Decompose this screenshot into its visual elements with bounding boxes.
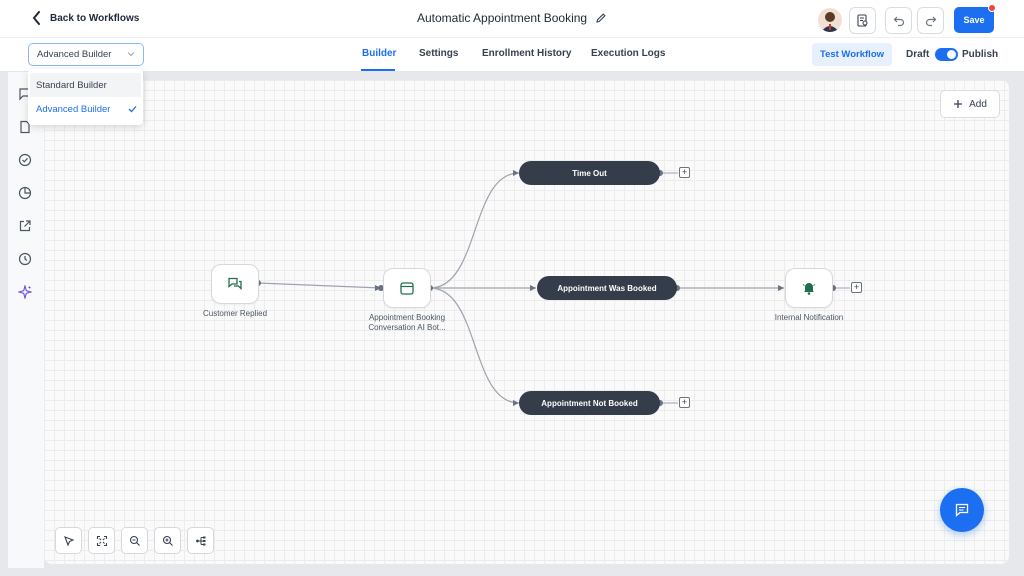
document-search-icon: [857, 14, 868, 27]
history-icon[interactable]: [18, 252, 32, 266]
branch-appointment-not-booked[interactable]: Appointment Not Booked: [519, 391, 660, 415]
user-avatar[interactable]: [818, 8, 842, 32]
branch-appointment-was-booked[interactable]: Appointment Was Booked: [537, 276, 677, 300]
add-node-button[interactable]: Add: [940, 90, 1000, 118]
zoom-in-icon: [162, 535, 173, 546]
unsaved-indicator-dot: [988, 4, 996, 12]
bell-icon: [802, 283, 816, 295]
plus-icon: [954, 100, 963, 108]
add-step-after-timeout-button[interactable]: +: [679, 167, 690, 178]
trigger-node-customer-replied[interactable]: [211, 264, 259, 304]
pie-chart-icon[interactable]: [18, 186, 32, 200]
message-icon: [955, 503, 969, 517]
chevron-left-icon: [32, 11, 40, 25]
top-bar: Back to Workflows Automatic Appointment …: [0, 0, 1024, 38]
toggle-knob: [947, 50, 956, 59]
external-link-icon[interactable]: [18, 219, 32, 233]
draft-label: Draft: [906, 49, 930, 60]
sparkle-icon[interactable]: [18, 285, 32, 299]
action-node-label: Appointment Booking Conversation AI Bot.…: [355, 313, 459, 333]
tab-builder[interactable]: Builder: [362, 48, 396, 59]
publish-toggle[interactable]: [935, 48, 958, 61]
option-label: Advanced Builder: [36, 104, 111, 115]
branch-time-out[interactable]: Time Out: [519, 161, 660, 185]
zoom-in-button[interactable]: [154, 527, 181, 554]
save-button[interactable]: Save: [954, 7, 994, 33]
tab-settings[interactable]: Settings: [419, 48, 458, 59]
active-tab-indicator: [361, 69, 395, 71]
redo-icon: [925, 16, 936, 26]
builder-subbar: Advanced Builder Builder Settings Enroll…: [0, 38, 1024, 72]
publish-label: Publish: [962, 49, 999, 60]
checkmark-icon: [128, 106, 137, 113]
action-node-appointment-booking[interactable]: [383, 268, 431, 308]
auto-layout-button[interactable]: [187, 527, 214, 554]
option-label: Standard Builder: [36, 80, 107, 91]
redo-button[interactable]: [917, 7, 944, 34]
builder-mode-select[interactable]: Advanced Builder: [28, 43, 144, 66]
pointer-icon: [63, 535, 74, 546]
dropdown-option-standard-builder[interactable]: Standard Builder: [30, 73, 141, 97]
select-tool-button[interactable]: [55, 527, 82, 554]
trigger-node-label: Customer Replied: [202, 309, 268, 318]
undo-icon: [893, 16, 904, 26]
chat-bubbles-icon: [228, 277, 242, 291]
workflow-title-group: Automatic Appointment Booking: [417, 11, 607, 25]
fit-view-button[interactable]: [88, 527, 115, 554]
fit-view-icon: [96, 535, 107, 546]
edit-pencil-icon[interactable]: [595, 12, 607, 24]
chevron-down-icon: [127, 52, 135, 57]
undo-button[interactable]: [885, 7, 912, 34]
tab-execution-logs[interactable]: Execution Logs: [591, 48, 665, 59]
add-label: Add: [969, 98, 987, 110]
dropdown-option-advanced-builder[interactable]: Advanced Builder: [30, 97, 141, 121]
workflow-notes-button[interactable]: [849, 7, 876, 34]
check-circle-icon[interactable]: [18, 153, 32, 167]
zoom-out-icon: [129, 535, 140, 546]
add-step-after-notification-button[interactable]: +: [851, 282, 862, 293]
workflow-title: Automatic Appointment Booking: [417, 11, 588, 25]
test-workflow-button[interactable]: Test Workflow: [812, 43, 892, 66]
action-node-internal-notification[interactable]: [785, 268, 833, 308]
calendar-icon: [400, 282, 414, 295]
tab-enrollment-history[interactable]: Enrollment History: [482, 48, 571, 59]
action-node-label-line1: Appointment Booking: [368, 313, 446, 322]
zoom-out-button[interactable]: [121, 527, 148, 554]
workflow-canvas[interactable]: [44, 80, 1009, 564]
left-rail: [8, 72, 44, 568]
back-to-workflows-link[interactable]: Back to Workflows: [32, 11, 139, 25]
auto-layout-icon: [195, 536, 205, 545]
builder-mode-dropdown: Standard Builder Advanced Builder: [28, 69, 143, 125]
add-step-after-not-booked-button[interactable]: +: [679, 397, 690, 408]
support-chat-button[interactable]: [940, 488, 984, 532]
action-node-label-line2: Conversation AI Bot...: [368, 323, 446, 332]
builder-mode-value: Advanced Builder: [37, 49, 112, 60]
notification-node-label: Internal Notification: [774, 313, 844, 322]
back-label: Back to Workflows: [50, 12, 140, 24]
